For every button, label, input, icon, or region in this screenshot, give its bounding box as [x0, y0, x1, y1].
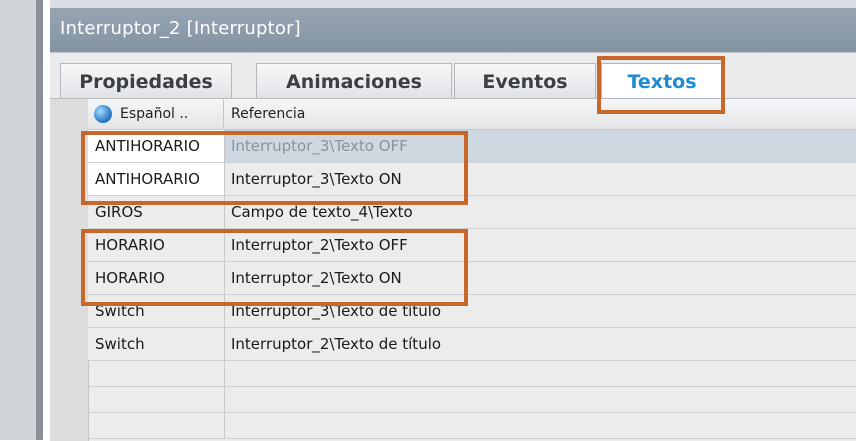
- tab-textos[interactable]: Textos: [601, 63, 723, 99]
- text-cell[interactable]: HORARIO: [88, 262, 225, 294]
- globe-icon: [94, 105, 112, 123]
- table-header: Español .. Referencia: [88, 99, 856, 130]
- column-header-language[interactable]: Español ..: [88, 99, 224, 129]
- reference-cell: Interruptor_2\Texto de título: [231, 335, 442, 353]
- empty-row[interactable]: [88, 413, 856, 439]
- tab-eventos[interactable]: Eventos: [454, 63, 596, 99]
- reference-cell: Interruptor_2\Texto OFF: [231, 236, 408, 254]
- column-header-reference-label: Referencia: [231, 106, 306, 122]
- table-row[interactable]: HORARIO Interruptor_2\Texto ON: [88, 262, 856, 295]
- table-row[interactable]: HORARIO Interruptor_2\Texto OFF: [88, 229, 856, 262]
- panel-title: Interruptor_2 [Interruptor]: [60, 18, 301, 39]
- inspector-panel: Interruptor_2 [Interruptor] Propiedades …: [50, 0, 856, 441]
- left-panel-strip: [0, 0, 43, 440]
- table-row[interactable]: ANTIHORARIO Interruptor_3\Texto ON: [88, 163, 856, 196]
- table-row[interactable]: GIROS Campo de texto_4\Texto: [88, 196, 856, 229]
- column-separator: [224, 361, 225, 387]
- reference-cell: Interruptor_2\Texto ON: [231, 269, 402, 287]
- table-row[interactable]: ANTIHORARIO Interruptor_3\Texto OFF: [88, 130, 856, 163]
- row-header-gutter: [50, 99, 89, 441]
- empty-row[interactable]: [88, 387, 856, 413]
- panel-title-bar: Interruptor_2 [Interruptor]: [50, 0, 856, 52]
- text-cell[interactable]: GIROS: [88, 196, 225, 228]
- text-cell[interactable]: ANTIHORARIO: [88, 163, 225, 195]
- column-separator: [224, 387, 225, 413]
- reference-cell: Interruptor_3\Texto ON: [231, 170, 402, 188]
- empty-row[interactable]: [88, 361, 856, 387]
- text-cell[interactable]: Switch: [88, 328, 225, 360]
- column-header-reference[interactable]: Referencia: [225, 99, 305, 129]
- reference-cell: Campo de texto_4\Texto: [231, 203, 413, 221]
- text-cell[interactable]: ANTIHORARIO: [88, 130, 225, 162]
- text-cell[interactable]: HORARIO: [88, 229, 225, 261]
- texts-table: Español .. Referencia ANTIHORARIO Interr…: [50, 98, 856, 441]
- reference-cell: Interruptor_3\Texto OFF: [231, 137, 408, 155]
- tab-animaciones[interactable]: Animaciones: [256, 63, 452, 99]
- table-row[interactable]: Switch Interruptor_2\Texto de título: [88, 328, 856, 361]
- column-separator: [224, 413, 225, 439]
- tab-bar: Propiedades Animaciones Eventos Textos: [50, 52, 856, 99]
- table-row[interactable]: Switch Interruptor_3\Texto de título: [88, 295, 856, 328]
- column-header-language-label: Español ..: [120, 106, 189, 122]
- reference-cell: Interruptor_3\Texto de título: [231, 302, 442, 320]
- left-panel-rail[interactable]: [36, 0, 43, 440]
- tab-propiedades[interactable]: Propiedades: [60, 63, 232, 99]
- text-cell[interactable]: Switch: [88, 295, 225, 327]
